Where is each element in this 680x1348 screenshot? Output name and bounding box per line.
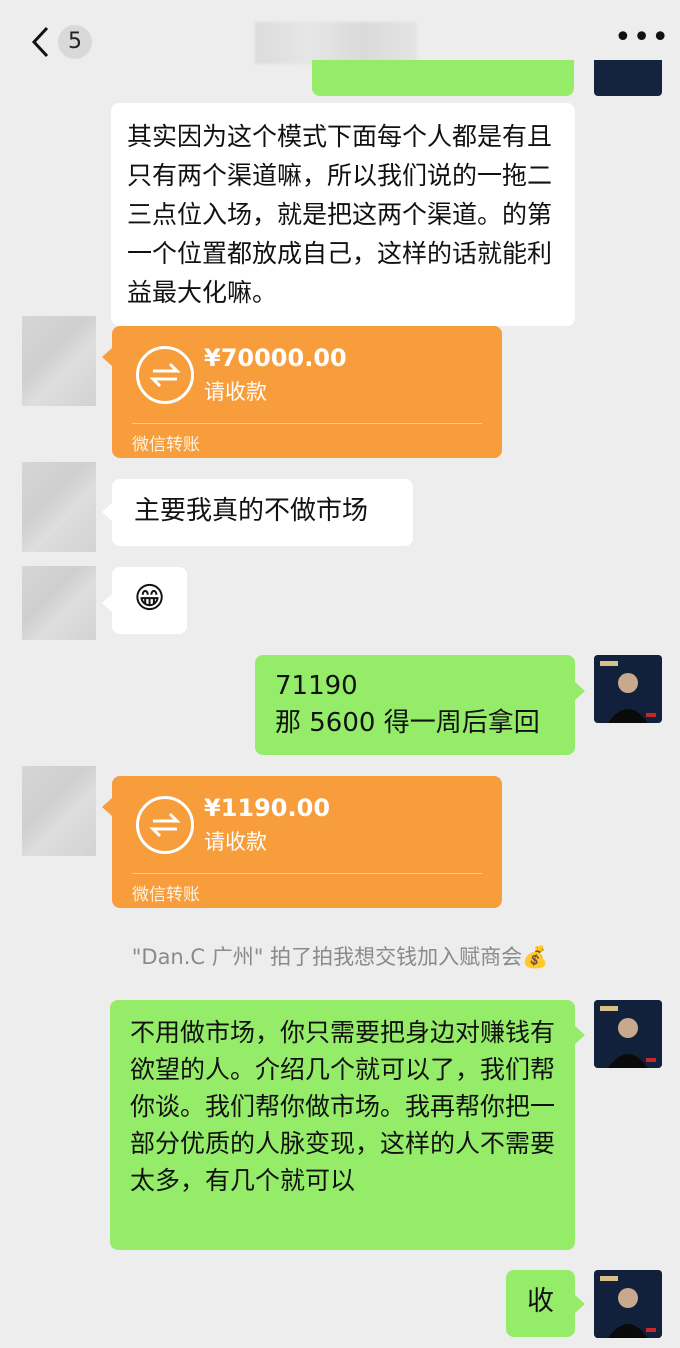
transfer-amount: ¥1190.00 bbox=[204, 794, 331, 822]
transfer-card[interactable]: ¥1190.00 请收款 微信转账 bbox=[112, 776, 502, 908]
avatar[interactable] bbox=[22, 566, 96, 640]
message-text: 收 bbox=[527, 1286, 554, 1317]
avatar[interactable] bbox=[22, 462, 96, 552]
bubble-tail bbox=[102, 594, 112, 612]
message-bubble[interactable]: 71190 那 5600 得一周后拿回 bbox=[255, 655, 575, 755]
avatar-image-icon bbox=[594, 1270, 662, 1338]
message-bubble-partial bbox=[312, 60, 574, 96]
bubble-tail bbox=[575, 1295, 585, 1313]
bubble-tail bbox=[102, 348, 112, 366]
back-button[interactable] bbox=[30, 22, 60, 62]
bubble-tail bbox=[575, 1026, 585, 1044]
bubble-tail bbox=[102, 798, 112, 816]
emoji-bubble[interactable]: 😁 bbox=[112, 567, 187, 634]
avatar[interactable] bbox=[22, 316, 96, 406]
transfer-icon bbox=[136, 796, 194, 854]
transfer-label: 微信转账 bbox=[132, 435, 200, 455]
transfer-label: 微信转账 bbox=[132, 885, 200, 905]
divider bbox=[132, 423, 482, 424]
avatar[interactable] bbox=[594, 1000, 662, 1068]
avatar-image-icon bbox=[594, 1000, 662, 1068]
transfer-amount: ¥70000.00 bbox=[204, 344, 347, 372]
transfer-card[interactable]: ¥70000.00 请收款 微信转账 bbox=[112, 326, 502, 458]
avatar[interactable] bbox=[594, 655, 662, 723]
bubble-tail bbox=[575, 682, 585, 700]
more-options-button[interactable]: ••• bbox=[614, 23, 669, 54]
divider bbox=[132, 873, 482, 874]
avatar[interactable] bbox=[22, 766, 96, 856]
chevron-left-icon bbox=[31, 26, 49, 58]
chat-title bbox=[255, 22, 417, 64]
transfer-icon bbox=[136, 346, 194, 404]
message-bubble[interactable]: 其实因为这个模式下面每个人都是有且只有两个渠道嘛，所以我们说的一拖二三点位入场，… bbox=[111, 103, 575, 326]
unread-count-badge[interactable]: 5 bbox=[58, 25, 92, 59]
message-text: 主要我真的不做市场 bbox=[134, 496, 369, 526]
message-bubble[interactable]: 收 bbox=[506, 1270, 575, 1337]
message-text: 其实因为这个模式下面每个人都是有且只有两个渠道嘛，所以我们说的一拖二三点位入场，… bbox=[127, 122, 553, 307]
transfer-status: 请收款 bbox=[204, 830, 267, 854]
avatar[interactable] bbox=[594, 60, 662, 96]
message-line: 71190 bbox=[275, 671, 358, 701]
grin-emoji-icon: 😁 bbox=[133, 581, 166, 616]
avatar[interactable] bbox=[594, 1270, 662, 1338]
message-bubble[interactable]: 主要我真的不做市场 bbox=[112, 479, 413, 546]
transfer-status: 请收款 bbox=[204, 380, 267, 404]
bubble-tail bbox=[102, 503, 112, 521]
avatar-image-icon bbox=[594, 655, 662, 723]
system-message: "Dan.C 广州" 拍了拍我想交钱加入赋商会💰 bbox=[131, 945, 549, 969]
message-bubble[interactable]: 不用做市场，你只需要把身边对赚钱有欲望的人。介绍几个就可以了，我们帮你谈。我们帮… bbox=[110, 1000, 575, 1250]
message-line: 那 5600 得一周后拿回 bbox=[275, 708, 540, 738]
message-text: 不用做市场，你只需要把身边对赚钱有欲望的人。介绍几个就可以了，我们帮你谈。我们帮… bbox=[130, 1018, 556, 1195]
